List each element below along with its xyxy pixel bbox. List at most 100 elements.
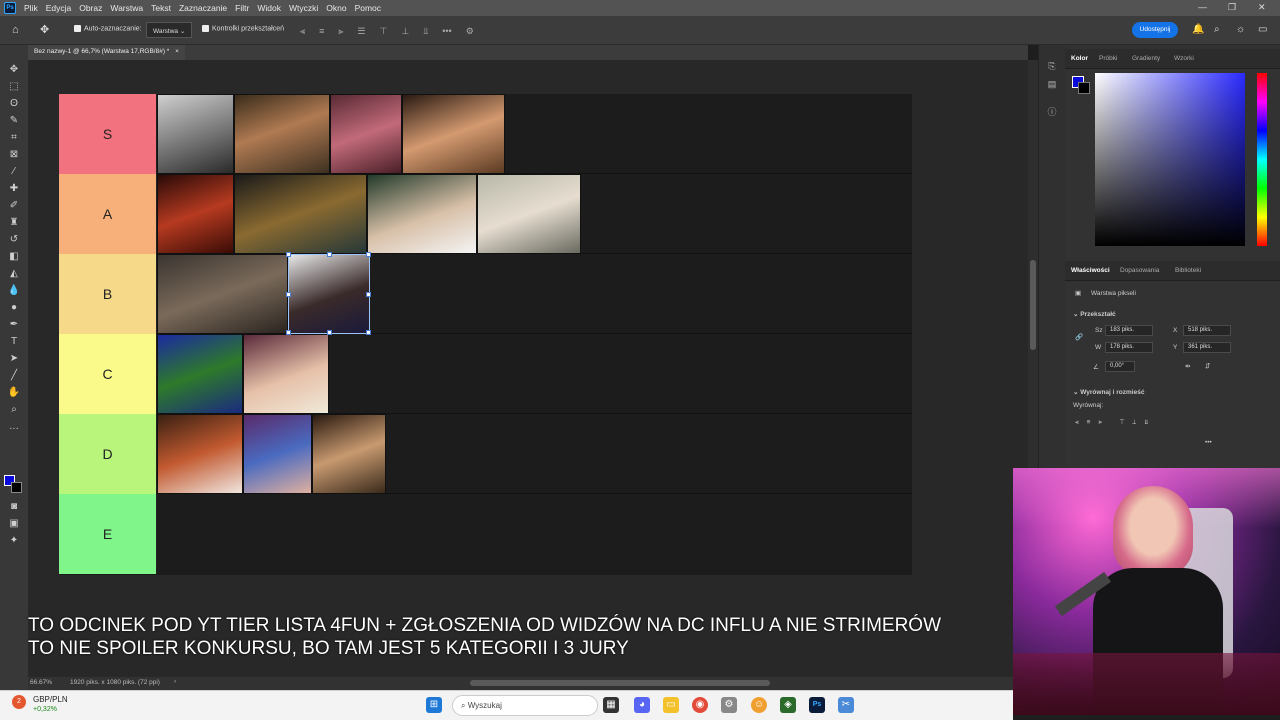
align-icons-row[interactable]: ⫷≡⫸ ⊤⊥⫫ — [1075, 419, 1156, 427]
vertical-scroll-thumb[interactable] — [1030, 260, 1036, 350]
brush-tool-icon[interactable]: ✐ — [6, 199, 22, 213]
align-bottom-icon[interactable]: ⫫ — [423, 26, 428, 37]
search-icon[interactable]: ⌕ — [1214, 24, 1220, 35]
transform-handle[interactable] — [366, 252, 371, 257]
history-brush-icon[interactable]: ↺ — [6, 233, 22, 247]
transform-section-header[interactable]: ⌄ Przekształć — [1073, 310, 1116, 318]
menu-item-file[interactable]: Plik — [24, 3, 38, 13]
tier-thumbnail[interactable] — [157, 254, 288, 334]
tier-list-board[interactable]: S A B C D E — [59, 94, 912, 575]
settings-app-icon[interactable]: ⚙ — [721, 697, 737, 713]
maximize-button[interactable]: ❐ — [1228, 2, 1236, 13]
width-field[interactable]: 183 piks. — [1105, 325, 1153, 336]
menu-item-type[interactable]: Tekst — [151, 3, 171, 13]
home-icon[interactable]: ⌂ — [12, 24, 19, 36]
color-picker-field[interactable] — [1095, 73, 1245, 246]
hand-tool-icon[interactable]: ✋ — [6, 386, 22, 400]
tier-thumbnail[interactable] — [157, 334, 243, 414]
quick-mask-icon[interactable]: ◙ — [6, 500, 22, 514]
transform-handle[interactable] — [366, 330, 371, 335]
ticker-symbol[interactable]: GBP/PLN — [33, 695, 68, 704]
tier-thumbnail[interactable] — [402, 94, 505, 174]
quick-select-tool-icon[interactable]: ✎ — [6, 114, 22, 128]
tab-adjustments[interactable]: Dopasowania — [1120, 267, 1159, 274]
zoom-tool-icon[interactable]: ⌕ — [6, 403, 22, 417]
tier-thumbnail[interactable] — [312, 414, 386, 494]
tier-thumbnail[interactable] — [157, 414, 243, 494]
tier-thumbnail[interactable] — [157, 94, 234, 174]
y-field[interactable]: 361 piks. — [1183, 342, 1231, 353]
history-panel-icon[interactable]: ⎘ — [1045, 61, 1059, 75]
stamp-tool-icon[interactable]: ♜ — [6, 216, 22, 230]
move-tool-icon[interactable]: ✥ — [40, 23, 49, 36]
marquee-tool-icon[interactable]: ⬚ — [6, 80, 22, 94]
align-hcenter-icon[interactable]: ≡ — [319, 26, 324, 37]
discord-icon[interactable]: ◕ — [634, 697, 650, 713]
menu-item-edit[interactable]: Edycja — [46, 3, 72, 13]
menu-item-view[interactable]: Widok — [257, 3, 281, 13]
tab-patterns[interactable]: Wzorki — [1174, 55, 1194, 62]
more-tools-icon[interactable]: … — [6, 420, 22, 434]
flip-vertical-icon[interactable]: ⇵ — [1205, 362, 1210, 370]
pen-tool-icon[interactable]: ✒ — [6, 318, 22, 332]
eraser-tool-icon[interactable]: ◧ — [6, 250, 22, 264]
menu-item-plugins[interactable]: Wtyczki — [289, 3, 318, 13]
windows-start-icon[interactable]: ⊞ — [426, 697, 442, 713]
tier-thumbnail[interactable] — [243, 414, 312, 494]
tier-thumbnail[interactable] — [243, 334, 329, 414]
info-panel-icon[interactable]: ⓘ — [1045, 105, 1059, 119]
frame-tool-icon[interactable]: ⊠ — [6, 148, 22, 162]
transform-handle[interactable] — [366, 292, 371, 297]
workspace-icon[interactable]: ▭ — [1258, 24, 1267, 35]
document-tab[interactable]: Bez nazwy-1 @ 66,7% (Warstwa 17,RGB/8#) … — [28, 45, 185, 60]
horizontal-scrollbar[interactable] — [470, 680, 770, 686]
menu-item-filter[interactable]: Filtr — [235, 3, 249, 13]
flip-horizontal-icon[interactable]: ⇹ — [1185, 362, 1190, 370]
align-top-icon[interactable]: ⊤ — [380, 26, 388, 37]
line-tool-icon[interactable]: ╱ — [6, 369, 22, 383]
type-tool-icon[interactable]: T — [6, 335, 22, 349]
notifications-bell-icon[interactable]: 🔔 — [1192, 24, 1204, 35]
zoom-level[interactable]: 66.67% — [30, 679, 52, 686]
share-button[interactable]: Udostępnij — [1132, 22, 1178, 38]
tier-thumbnail[interactable] — [367, 174, 477, 254]
status-arrow-icon[interactable]: › — [174, 678, 176, 685]
align-vcenter-icon[interactable]: ⊥ — [401, 26, 409, 37]
comments-panel-icon[interactable]: ▤ — [1045, 79, 1059, 93]
eyedropper-tool-icon[interactable]: ⁄ — [6, 165, 22, 179]
transform-selection-box[interactable] — [286, 252, 371, 335]
more-options-icon[interactable]: ••• — [442, 26, 451, 37]
healing-tool-icon[interactable]: ✚ — [6, 182, 22, 196]
tier-thumbnail[interactable] — [234, 94, 330, 174]
tier-thumbnail[interactable] — [157, 174, 234, 254]
menu-item-window[interactable]: Okno — [326, 3, 346, 13]
file-explorer-icon[interactable]: ▭ — [663, 697, 679, 713]
taskbar-search-box[interactable]: ⌕ Wyszukaj — [452, 695, 598, 716]
transform-handle[interactable] — [286, 292, 291, 297]
photoshop-taskbar-icon[interactable]: Ps — [809, 697, 825, 713]
tab-gradients[interactable]: Gradienty — [1132, 55, 1160, 62]
close-tab-icon[interactable]: × — [175, 48, 179, 55]
align-right-icon[interactable]: ⫸ — [338, 26, 343, 37]
transform-handle[interactable] — [327, 252, 332, 257]
tier-thumbnail[interactable] — [234, 174, 367, 254]
screen-mode-icon[interactable]: ▣ — [6, 517, 22, 531]
link-dimensions-icon[interactable]: 🔗 — [1075, 333, 1083, 341]
ticker-badge[interactable]: 2 — [12, 695, 26, 709]
generative-icon[interactable]: ✦ — [6, 534, 22, 548]
dodge-tool-icon[interactable]: ● — [6, 301, 22, 315]
transform-handle[interactable] — [327, 330, 332, 335]
menu-item-select[interactable]: Zaznaczanie — [179, 3, 227, 13]
close-window-button[interactable]: ✕ — [1258, 2, 1266, 13]
background-color-swatch[interactable] — [11, 482, 22, 493]
transform-handle[interactable] — [286, 252, 291, 257]
align-distribute-icon[interactable]: ☰ — [357, 26, 365, 37]
tab-properties[interactable]: Właściwości — [1071, 267, 1110, 274]
gradient-tool-icon[interactable]: ◭ — [6, 267, 22, 281]
transform-controls-toggle[interactable]: Kontrolki przekształceń — [202, 25, 284, 32]
move-tool-icon[interactable]: ✥ — [6, 63, 22, 77]
menu-item-help[interactable]: Pomoc — [355, 3, 381, 13]
auto-select-dropdown[interactable]: Warstwa ⌄ — [146, 22, 193, 38]
minimize-button[interactable]: — — [1198, 2, 1207, 12]
crop-tool-icon[interactable]: ⌗ — [6, 131, 22, 145]
